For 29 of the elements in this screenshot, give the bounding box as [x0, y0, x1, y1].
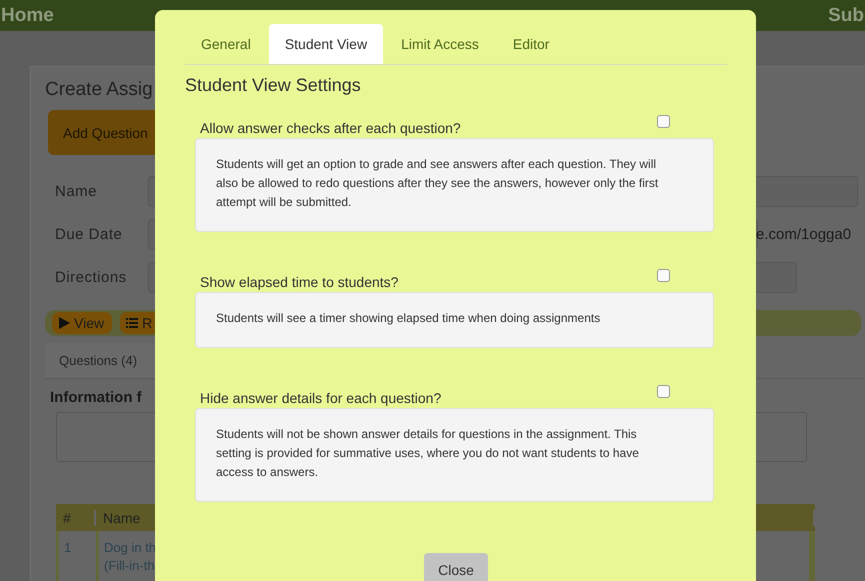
- checkbox[interactable]: [657, 269, 670, 282]
- close-button[interactable]: Close: [424, 553, 488, 581]
- setting-description: Students will not be shown answer details for questions in the assignment. This setting is provided for summative uses, where you do not want students to have access to answers.: [195, 408, 714, 502]
- dialog-tab[interactable]: Limit Access: [385, 24, 495, 64]
- setting-question: Hide answer details for each question?: [200, 389, 442, 408]
- nav-link[interactable]: Sub: [827, 4, 865, 26]
- dialog-heading: Student View Settings: [185, 75, 362, 96]
- toolbar-button[interactable]: View: [52, 312, 112, 334]
- list-icon: [126, 317, 138, 329]
- dialog-tab[interactable]: Editor: [496, 24, 566, 64]
- link-text: e.com/1ogga0: [756, 226, 852, 243]
- page-title: Create Assig: [45, 79, 153, 101]
- field-label: Name: [55, 183, 98, 200]
- setting-description: Students will get an option to grade and see answers after each question. They will also be allowed to redo questions after they see the answers, however only the first attempt will be submitted.: [195, 138, 714, 232]
- setting-question: Show elapsed time to students?: [200, 273, 398, 292]
- play-icon: [58, 317, 70, 329]
- section-heading: Information f: [50, 389, 142, 406]
- table-cell: 1: [59, 531, 99, 581]
- field-label: Due Date: [55, 226, 124, 243]
- dialog-tab[interactable]: Student View: [268, 24, 384, 64]
- setting-question: Allow answer checks after each question?: [200, 119, 461, 138]
- checkbox[interactable]: [657, 115, 670, 128]
- nav-link[interactable]: Home: [0, 4, 55, 26]
- questions-tab[interactable]: Questions (4): [59, 353, 138, 368]
- setting-description: Students will see a timer showing elapsed time when doing assignments: [195, 292, 714, 348]
- column-header: #: [56, 510, 96, 526]
- field-label: Directions: [55, 269, 128, 286]
- checkbox[interactable]: [657, 385, 670, 398]
- dialog-tab[interactable]: General: [185, 24, 267, 64]
